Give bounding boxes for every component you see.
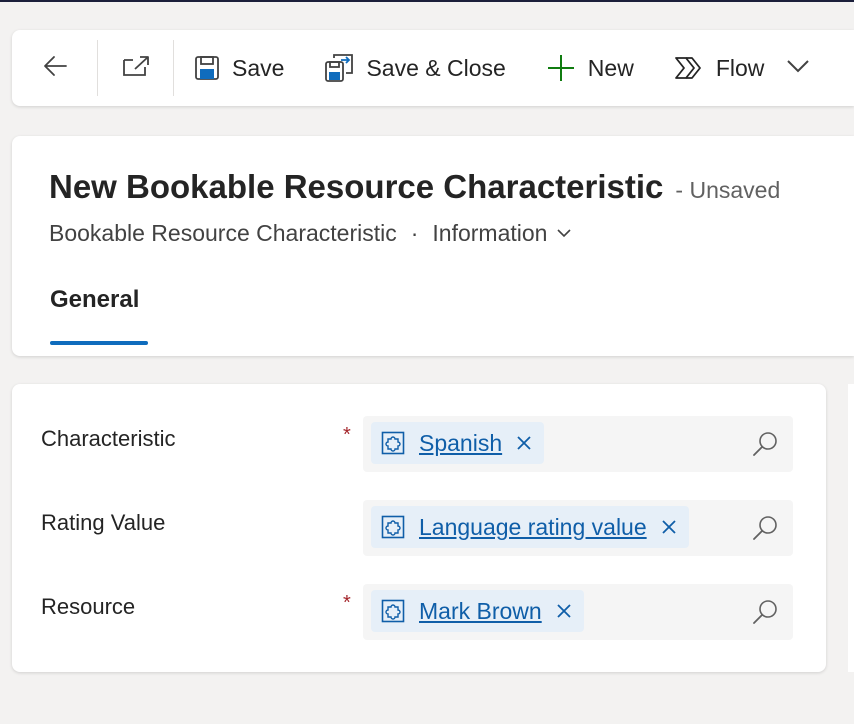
form-header: New Bookable Resource Characteristic - U… bbox=[12, 136, 854, 356]
entity-puzzle-icon bbox=[381, 515, 405, 539]
entity-name: Bookable Resource Characteristic bbox=[49, 220, 397, 246]
open-in-new-window-icon bbox=[121, 54, 151, 83]
floppy-disk-icon bbox=[194, 55, 220, 81]
save-and-close-label: Save & Close bbox=[366, 54, 506, 81]
characteristic-value-link[interactable]: Spanish bbox=[419, 430, 502, 457]
resource-lookup[interactable]: Mark Brown bbox=[363, 584, 793, 640]
back-button[interactable] bbox=[12, 30, 97, 106]
close-icon[interactable] bbox=[516, 435, 532, 451]
plus-icon bbox=[546, 53, 576, 83]
rating-value-label: Rating Value bbox=[41, 510, 166, 535]
record-title: New Bookable Resource Characteristic bbox=[49, 168, 664, 205]
top-border bbox=[0, 0, 854, 2]
save-label: Save bbox=[232, 54, 285, 81]
characteristic-label: Characteristic bbox=[41, 426, 176, 451]
search-icon[interactable] bbox=[751, 514, 779, 542]
header-subtitle: Bookable Resource Characteristic · Infor… bbox=[49, 220, 572, 247]
entity-puzzle-icon bbox=[381, 431, 405, 455]
required-indicator: * bbox=[343, 592, 351, 614]
flow-button[interactable]: Flow bbox=[674, 30, 765, 106]
close-icon[interactable] bbox=[556, 603, 572, 619]
flow-icon bbox=[674, 55, 704, 81]
arrow-left-icon bbox=[41, 52, 69, 85]
lookup-tag: Language rating value bbox=[371, 506, 689, 548]
subtitle-separator: · bbox=[410, 220, 419, 246]
entity-puzzle-icon bbox=[381, 599, 405, 623]
form-selector-label: Information bbox=[432, 220, 548, 246]
form-selector[interactable]: Information bbox=[432, 220, 572, 247]
tab-general[interactable]: General bbox=[50, 286, 139, 314]
adjacent-panel-edge bbox=[848, 384, 854, 672]
lookup-tag: Mark Brown bbox=[371, 590, 584, 632]
lookup-tag: Spanish bbox=[371, 422, 545, 464]
new-label: New bbox=[587, 54, 634, 81]
open-in-new-window-button[interactable] bbox=[98, 30, 173, 106]
save-status: - Unsaved bbox=[675, 177, 781, 203]
characteristic-lookup[interactable]: Spanish bbox=[363, 416, 793, 472]
resource-label: Resource bbox=[41, 594, 136, 619]
rating-value-link[interactable]: Language rating value bbox=[419, 514, 647, 541]
new-button[interactable]: New bbox=[546, 30, 634, 106]
command-bar: Save Save & Close New Flow bbox=[12, 30, 854, 106]
rating-value-lookup[interactable]: Language rating value bbox=[363, 500, 793, 556]
flow-label: Flow bbox=[715, 54, 765, 81]
search-icon[interactable] bbox=[751, 598, 779, 626]
required-indicator: * bbox=[343, 424, 351, 446]
search-icon[interactable] bbox=[751, 430, 779, 458]
chevron-down-icon bbox=[786, 59, 810, 78]
close-icon[interactable] bbox=[661, 519, 677, 535]
title-row: New Bookable Resource Characteristic - U… bbox=[49, 168, 780, 206]
more-commands-button[interactable] bbox=[786, 30, 810, 106]
selected-tab-indicator bbox=[50, 341, 148, 345]
save-and-close-button[interactable]: Save & Close bbox=[324, 30, 506, 106]
save-button[interactable]: Save bbox=[194, 30, 284, 106]
command-separator bbox=[173, 40, 174, 96]
general-section: Characteristic * Spanish Rating Value La… bbox=[12, 384, 826, 672]
resource-value-link[interactable]: Mark Brown bbox=[419, 598, 542, 625]
chevron-down-icon bbox=[557, 229, 572, 238]
save-and-close-icon bbox=[324, 53, 354, 83]
